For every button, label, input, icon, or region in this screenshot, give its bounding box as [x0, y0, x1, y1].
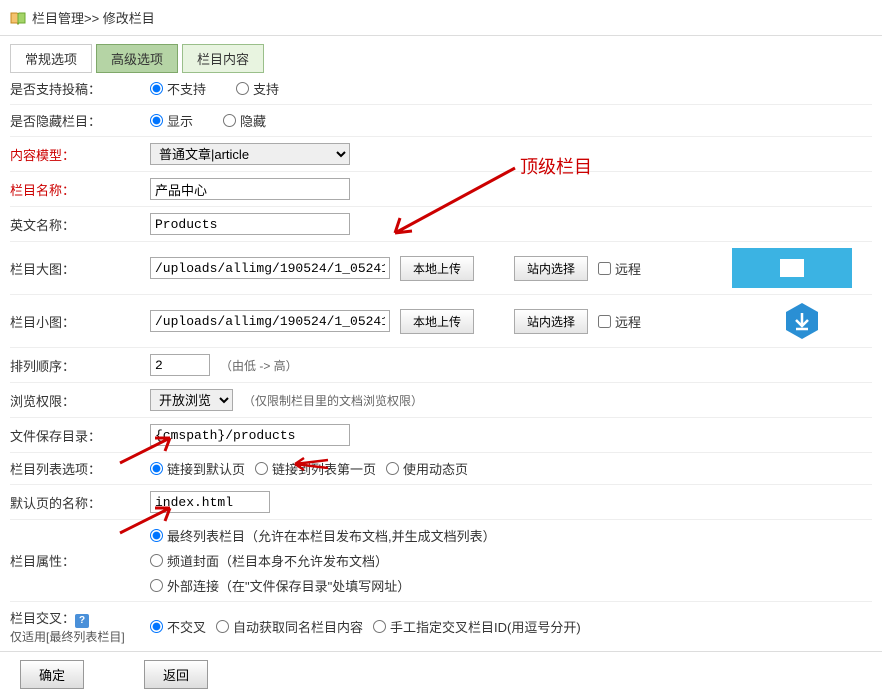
radio-cross-auto[interactable]: 自动获取同名栏目内容: [216, 617, 363, 636]
form: 顶级栏目 是否支持投稿： 不支持 支持 是否隐藏栏目： 显示 隐藏 内容模型： …: [0, 73, 882, 651]
footer: 确定 返回: [0, 651, 882, 697]
order-input[interactable]: [150, 354, 210, 376]
bigimg-remote-checkbox[interactable]: 远程: [598, 259, 641, 278]
smallimg-input[interactable]: [150, 310, 390, 332]
viewperm-hint: （仅限制栏目里的文档浏览权限）: [243, 392, 423, 409]
radio-cross-manual[interactable]: 手工指定交叉栏目ID(用逗号分开): [373, 617, 581, 636]
cross-hint: 仅适用[最终列表栏目]: [10, 628, 150, 645]
enname-input[interactable]: [150, 213, 350, 235]
savepath-input[interactable]: [150, 424, 350, 446]
model-select[interactable]: 普通文章|article: [150, 143, 350, 165]
radio-attr-cover[interactable]: 频道封面（栏目本身不允许发布文档）: [150, 551, 496, 570]
radio-cross-no[interactable]: 不交叉: [150, 617, 206, 636]
tab-normal[interactable]: 常规选项: [10, 44, 92, 73]
label-order: 排列顺序：: [10, 356, 150, 375]
name-input[interactable]: [150, 178, 350, 200]
label-model: 内容模型：: [10, 145, 150, 164]
radio-attr-list[interactable]: 最终列表栏目（允许在本栏目发布文档,并生成文档列表）: [150, 526, 496, 545]
radio-show[interactable]: 显示: [150, 111, 193, 130]
header: 栏目管理>> 修改栏目: [0, 0, 882, 36]
order-hint: （由低 -> 高）: [220, 357, 298, 374]
radio-use-dynamic[interactable]: 使用动态页: [386, 459, 468, 478]
download-hexagon-icon: [782, 301, 822, 341]
label-bigimg: 栏目大图：: [10, 259, 150, 278]
label-viewperm: 浏览权限：: [10, 391, 150, 410]
radio-hide[interactable]: 隐藏: [223, 111, 266, 130]
smallimg-remote-checkbox[interactable]: 远程: [598, 312, 641, 331]
radio-support[interactable]: 支持: [236, 79, 279, 98]
label-name: 栏目名称：: [10, 180, 150, 199]
bigimg-local-upload-button[interactable]: 本地上传: [400, 256, 474, 281]
bigimg-site-select-button[interactable]: 站内选择: [514, 256, 588, 281]
tab-advanced[interactable]: 高级选项: [96, 44, 178, 73]
radio-no-support[interactable]: 不支持: [150, 79, 206, 98]
label-cross: 栏目交叉：? 仅适用[最终列表栏目]: [10, 608, 150, 645]
label-smallimg: 栏目小图：: [10, 312, 150, 331]
label-hidden: 是否隐藏栏目：: [10, 111, 150, 130]
help-icon[interactable]: ?: [75, 614, 89, 628]
radio-link-default[interactable]: 链接到默认页: [150, 459, 245, 478]
bigimg-input[interactable]: [150, 257, 390, 279]
defaultpage-input[interactable]: [150, 491, 270, 513]
bigimg-thumbnail: [732, 248, 852, 288]
smallimg-site-select-button[interactable]: 站内选择: [514, 309, 588, 334]
label-enname: 英文名称：: [10, 215, 150, 234]
viewperm-select[interactable]: 开放浏览: [150, 389, 233, 411]
label-savepath: 文件保存目录：: [10, 426, 150, 445]
tab-content[interactable]: 栏目内容: [182, 44, 264, 73]
book-icon: [10, 11, 26, 25]
label-submit: 是否支持投稿：: [10, 79, 150, 98]
radio-attr-ext[interactable]: 外部连接（在"文件保存目录"处填写网址）: [150, 576, 496, 595]
tabs: 常规选项 高级选项 栏目内容: [10, 44, 882, 73]
label-colattr: 栏目属性：: [10, 551, 150, 570]
breadcrumb: 栏目管理>> 修改栏目: [32, 8, 155, 27]
radio-link-list[interactable]: 链接到列表第一页: [255, 459, 376, 478]
smallimg-local-upload-button[interactable]: 本地上传: [400, 309, 474, 334]
label-listopt: 栏目列表选项：: [10, 459, 150, 478]
annotation-text: 顶级栏目: [520, 153, 592, 179]
back-button[interactable]: 返回: [144, 660, 208, 689]
label-defaultpage: 默认页的名称：: [10, 493, 150, 512]
ok-button[interactable]: 确定: [20, 660, 84, 689]
